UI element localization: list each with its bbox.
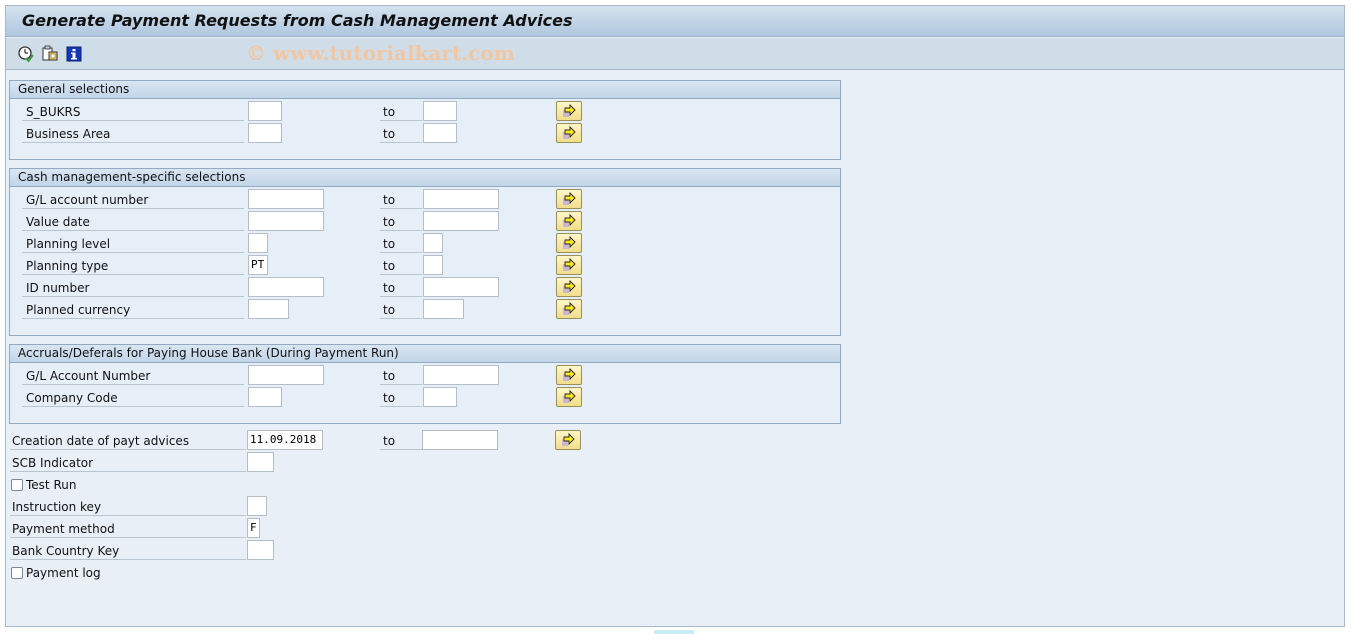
multiple-selection-button[interactable] <box>556 255 582 275</box>
field-label: S_BUKRS <box>22 101 244 121</box>
to-label: to <box>380 233 422 253</box>
gl-account-number-from-input[interactable] <box>248 365 324 385</box>
company-code-from-input[interactable] <box>248 387 282 407</box>
to-label: to <box>380 277 422 297</box>
field-label: G/L Account Number <box>22 365 244 385</box>
field-label: Planned currency <box>22 299 244 319</box>
business-area-from-input[interactable] <box>248 123 282 143</box>
planning-level-from-input[interactable] <box>248 233 268 253</box>
gl-account-from-input[interactable] <box>248 189 324 209</box>
to-label: to <box>380 365 422 385</box>
field-label: Planning level <box>22 233 244 253</box>
info-icon[interactable] <box>65 45 83 63</box>
group-accruals-deferrals: Accruals/Deferals for Paying House Bank … <box>9 344 841 424</box>
checkbox-label: Test Run <box>26 478 77 492</box>
company-code-to-input[interactable] <box>423 387 457 407</box>
arrow-right-icon <box>563 192 576 205</box>
planning-level-to-input[interactable] <box>423 233 443 253</box>
scb-indicator-input[interactable] <box>247 452 274 472</box>
to-label: to <box>380 189 422 209</box>
creation-date-to-input[interactable] <box>422 430 498 450</box>
planning-type-to-input[interactable] <box>423 255 443 275</box>
value-date-from-input[interactable] <box>248 211 324 231</box>
to-label: to <box>380 387 422 407</box>
business-area-to-input[interactable] <box>423 123 457 143</box>
field-label: SCB Indicator <box>10 452 246 472</box>
to-label: to <box>380 299 422 319</box>
field-label: Payment method <box>10 518 246 538</box>
payment-log-row: Payment log <box>6 564 206 586</box>
multiple-selection-button[interactable] <box>556 277 582 297</box>
group-cash-management-selections: Cash management-specific selections G/L … <box>9 168 841 336</box>
get-variant-icon[interactable] <box>41 45 59 63</box>
multiple-selection-button[interactable] <box>556 123 582 143</box>
execute-icon[interactable] <box>17 45 35 63</box>
arrow-right-icon <box>563 258 576 271</box>
payment-log-checkbox[interactable] <box>11 567 23 579</box>
field-label: Company Code <box>22 387 244 407</box>
to-label: to <box>380 101 422 121</box>
watermark-text: © www.tutorialkart.com <box>246 41 515 65</box>
arrow-right-icon <box>563 280 576 293</box>
arrow-right-icon <box>563 214 576 227</box>
arrow-right-icon <box>562 433 575 446</box>
payment-method-input[interactable]: F <box>247 518 260 538</box>
page-title: Generate Payment Requests from Cash Mana… <box>22 11 573 30</box>
field-label: Bank Country Key <box>10 540 246 560</box>
arrow-right-icon <box>563 390 576 403</box>
multiple-selection-button[interactable] <box>556 211 582 231</box>
field-label: Instruction key <box>10 496 246 516</box>
multiple-selection-button[interactable] <box>556 189 582 209</box>
test-run-checkbox[interactable] <box>11 479 23 491</box>
multiple-selection-button[interactable] <box>556 101 582 121</box>
field-label: Value date <box>22 211 244 231</box>
group-general-selections: General selections S_BUKRS to Business A… <box>9 80 841 160</box>
planned-currency-to-input[interactable] <box>423 299 464 319</box>
to-label: to <box>380 430 422 450</box>
multiple-selection-button[interactable] <box>556 233 582 253</box>
test-run-row: Test Run <box>6 476 206 498</box>
status-bar-edge <box>654 630 694 634</box>
planned-currency-from-input[interactable] <box>248 299 289 319</box>
gl-account-to-input[interactable] <box>423 189 499 209</box>
instruction-key-input[interactable] <box>247 496 267 516</box>
arrow-right-icon <box>563 104 576 117</box>
group-title: Accruals/Deferals for Paying House Bank … <box>10 345 840 363</box>
multiple-selection-button[interactable] <box>556 365 582 385</box>
s-bukrs-to-input[interactable] <box>423 101 457 121</box>
to-label: to <box>380 211 422 231</box>
to-label: to <box>380 255 422 275</box>
bank-country-key-input[interactable] <box>247 540 274 560</box>
field-label: ID number <box>22 277 244 297</box>
field-label: Business Area <box>22 123 244 143</box>
arrow-right-icon <box>563 368 576 381</box>
title-bar: Generate Payment Requests from Cash Mana… <box>6 6 1344 37</box>
group-title: Cash management-specific selections <box>10 169 840 187</box>
checkbox-label: Payment log <box>26 566 101 580</box>
field-label: Planning type <box>22 255 244 275</box>
planning-type-from-input[interactable]: PT <box>248 255 268 275</box>
field-label: G/L account number <box>22 189 244 209</box>
value-date-to-input[interactable] <box>423 211 499 231</box>
s-bukrs-from-input[interactable] <box>248 101 282 121</box>
to-label: to <box>380 123 422 143</box>
id-number-to-input[interactable] <box>423 277 499 297</box>
sap-screen: Generate Payment Requests from Cash Mana… <box>5 5 1345 627</box>
multiple-selection-button[interactable] <box>556 387 582 407</box>
group-title: General selections <box>10 81 840 99</box>
field-label: Creation date of payt advices <box>10 430 246 450</box>
multiple-selection-button[interactable] <box>555 430 581 450</box>
gl-account-number-to-input[interactable] <box>423 365 499 385</box>
multiple-selection-button[interactable] <box>556 299 582 319</box>
application-toolbar: © www.tutorialkart.com <box>6 38 1344 70</box>
id-number-from-input[interactable] <box>248 277 324 297</box>
arrow-right-icon <box>563 302 576 315</box>
arrow-right-icon <box>563 236 576 249</box>
arrow-right-icon <box>563 126 576 139</box>
creation-date-from-input[interactable]: 11.09.2018 <box>247 430 323 450</box>
